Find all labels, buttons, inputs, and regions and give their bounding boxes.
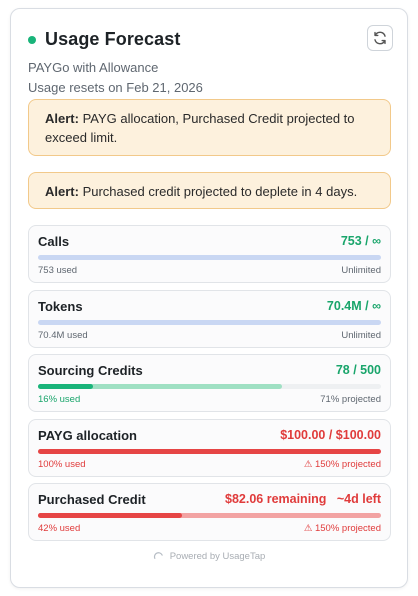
- usage-bar: [38, 255, 381, 260]
- metric-value: $100.00 / $100.00: [280, 428, 381, 442]
- metric-payg-allocation: PAYG allocation $100.00 / $100.00 100% u…: [28, 419, 391, 477]
- card-title: Usage Forecast: [45, 28, 181, 49]
- powered-by-footer: Powered by UsageTap: [11, 551, 407, 562]
- used-fill: [38, 384, 93, 389]
- refresh-icon: [374, 31, 386, 45]
- powered-by-text: Powered by UsageTap: [169, 551, 266, 562]
- metric-name: Sourcing Credits: [38, 363, 143, 378]
- alert-text: PAYG allocation, Purchased Credit projec…: [45, 111, 355, 145]
- projected-note: ⚠ 150% projected: [303, 459, 381, 470]
- metric-calls: Calls 753 / ∞ 753 used Unlimited: [28, 225, 391, 283]
- metric-name: Tokens: [38, 299, 83, 314]
- used-note: 42% used: [38, 523, 81, 534]
- metric-name: Calls: [38, 234, 70, 249]
- usage-forecast-card: Usage Forecast PAYGo with Allowance Usag…: [10, 8, 408, 588]
- metric-name: Purchased Credit: [38, 492, 146, 507]
- alert-text: Purchased credit projected to deplete in…: [82, 184, 358, 199]
- alert-banner: Alert: PAYG allocation, Purchased Credit…: [28, 99, 391, 156]
- projected-note: 71% projected: [320, 394, 381, 405]
- metric-sourcing-credits: Sourcing Credits 78 / 500 16% used 71% p…: [28, 354, 391, 412]
- metric-name: PAYG allocation: [38, 428, 137, 443]
- usage-bar: [38, 449, 381, 454]
- remaining-amount: $82.06 remaining: [225, 492, 327, 506]
- metric-value: 753 / ∞: [340, 234, 381, 248]
- metric-tokens: Tokens 70.4M / ∞ 70.4M used Unlimited: [28, 290, 391, 348]
- used-note: 16% used: [38, 394, 81, 405]
- usage-bar: [38, 384, 381, 389]
- alert-label: Alert:: [45, 184, 79, 199]
- metric-purchased-credit: Purchased Credit $82.06 remaining ~4d le…: [28, 483, 391, 541]
- alert-banner: Alert: Purchased credit projected to dep…: [28, 172, 391, 209]
- refresh-button[interactable]: [367, 25, 393, 51]
- card-header: Usage Forecast PAYGo with Allowance Usag…: [28, 25, 393, 98]
- used-fill: [38, 513, 183, 518]
- alert-label: Alert:: [45, 111, 79, 126]
- projected-note: ⚠ 150% projected: [303, 523, 381, 534]
- spinner-icon: [153, 552, 163, 559]
- usage-bar: [38, 513, 381, 518]
- status-dot: [28, 35, 36, 44]
- metric-value: 70.4M / ∞: [326, 299, 381, 313]
- used-note: 753 used: [38, 265, 78, 276]
- days-left: ~4d left: [336, 492, 381, 506]
- used-note: 100% used: [38, 459, 86, 470]
- used-note: 70.4M used: [38, 330, 88, 341]
- metric-value: 78 / 500: [335, 363, 381, 377]
- reset-date: Usage resets on Feb 21, 2026: [28, 80, 203, 95]
- limit-note: Unlimited: [341, 330, 381, 341]
- title-row: Usage Forecast: [28, 25, 393, 53]
- usage-bar: [38, 320, 381, 325]
- used-fill: [38, 449, 381, 454]
- limit-note: Unlimited: [341, 265, 381, 276]
- metric-value: $82.06 remaining ~4d left: [225, 492, 381, 506]
- plan-name: PAYGo with Allowance: [28, 60, 159, 75]
